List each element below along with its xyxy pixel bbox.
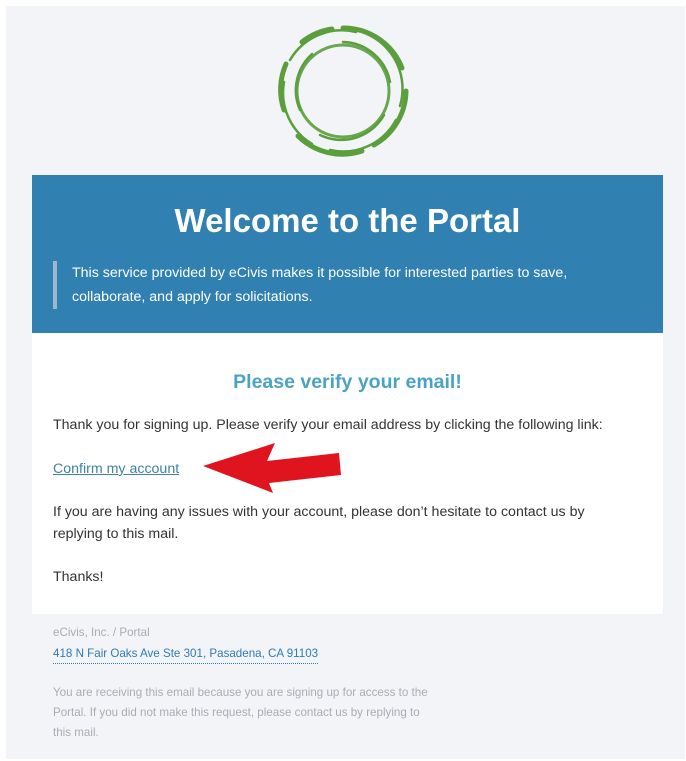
verify-heading: Please verify your email!	[233, 371, 462, 393]
red-arrow-icon	[203, 443, 341, 493]
support-text: If you are having any issues with your a…	[53, 504, 585, 542]
welcome-banner: Welcome to the Portal This service provi…	[32, 175, 663, 333]
verify-card: Please verify your email! Thank you for …	[32, 333, 663, 614]
banner-quote: This service provided by eCivis makes it…	[53, 261, 632, 309]
footer-company: eCivis, Inc. / Portal	[53, 626, 150, 639]
footer-address-link[interactable]: 418 N Fair Oaks Ave Ste 301, Pasadena, C…	[53, 645, 319, 664]
ecivis-logo-icon	[278, 25, 409, 157]
verify-intro-text: Thank you for signing up. Please verify …	[53, 417, 603, 433]
page-title: Welcome to the Portal	[174, 202, 521, 239]
thanks-text: Thanks!	[53, 569, 104, 585]
footer-notice: You are receiving this email because you…	[53, 686, 428, 739]
confirm-account-link[interactable]: Confirm my account	[53, 458, 179, 480]
